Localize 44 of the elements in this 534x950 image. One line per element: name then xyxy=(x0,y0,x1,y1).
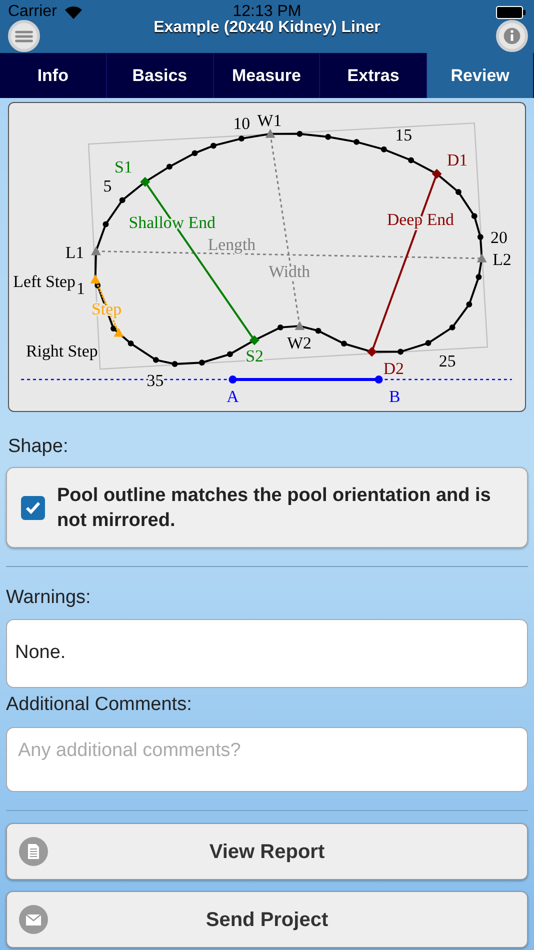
checkmark-icon xyxy=(25,500,41,514)
diagram-label: 10 xyxy=(233,114,250,133)
diagram-label: Left Step xyxy=(13,272,76,291)
diagram-label: Width xyxy=(268,262,310,281)
window-title: Example (20x40 Kidney) Liner xyxy=(154,20,380,36)
info-button[interactable] xyxy=(496,20,528,52)
diagram-label: L2 xyxy=(492,250,512,269)
tab[interactable]: Review xyxy=(427,53,534,98)
send-project-button[interactable]: Send Project xyxy=(6,891,528,948)
diagram-label: 1 xyxy=(76,278,85,298)
section-label: Shape: xyxy=(8,437,70,456)
diagram-label: 15 xyxy=(395,126,412,145)
checkbox-label: Pool outline matches the pool orientation and is not mirrored. xyxy=(57,484,492,532)
diagram-label: S2 xyxy=(246,346,264,366)
diagram-label: W2 xyxy=(287,333,312,352)
wifi-icon xyxy=(65,6,82,19)
document-icon xyxy=(19,837,48,866)
diagram-label: W1 xyxy=(257,110,282,130)
diagram-label: 5 xyxy=(103,176,112,196)
diagram-label: D1 xyxy=(446,150,468,170)
view-report-button[interactable]: View Report xyxy=(6,823,528,880)
warnings-field[interactable]: None. xyxy=(6,619,528,688)
diagram-label: Right Step xyxy=(26,341,98,360)
checkbox[interactable] xyxy=(21,496,45,520)
section-label: Warnings: xyxy=(6,588,92,607)
diagram-label: 35 xyxy=(146,371,164,390)
section-label: Additional Comments: xyxy=(6,694,193,716)
clock-text: 12:13 PM xyxy=(232,4,302,20)
diagram-label: 25 xyxy=(438,351,456,370)
carrier-text: Carrier xyxy=(8,4,57,20)
diagram-label: S1 xyxy=(114,158,132,177)
envelope-icon xyxy=(19,905,48,934)
checkbox-card[interactable]: Pool outline matches the pool orientation and is not mirrored. xyxy=(6,467,528,548)
diagram-label: B xyxy=(389,387,400,406)
diagram-label: Length xyxy=(208,235,256,254)
comments-field[interactable]: Any additional comments? xyxy=(6,727,528,792)
diagram-label: A xyxy=(226,387,239,406)
diagram-label: L1 xyxy=(65,243,84,262)
diagram-label: D2 xyxy=(383,359,404,378)
battery-icon xyxy=(496,6,526,19)
info-icon xyxy=(503,27,521,45)
diagram-label: 20 xyxy=(490,228,508,248)
menu-icon xyxy=(15,30,33,42)
menu-button[interactable] xyxy=(8,20,40,52)
